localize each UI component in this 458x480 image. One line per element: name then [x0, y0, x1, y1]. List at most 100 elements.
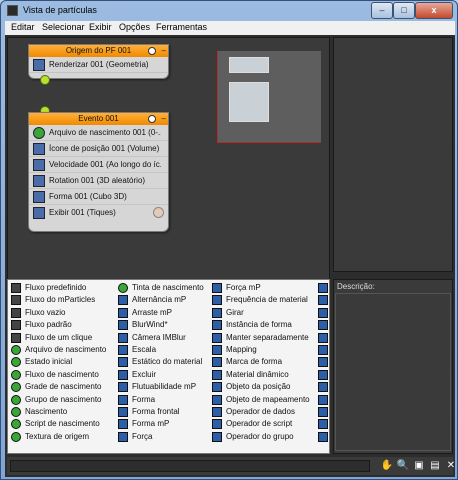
depot-item[interactable]: [318, 319, 330, 331]
depot-item[interactable]: [318, 294, 330, 306]
depot-item[interactable]: [318, 332, 330, 344]
navigator-panel[interactable]: [190, 42, 327, 143]
depot-item-label: Estado inicial: [25, 357, 73, 367]
menu-ferramentas[interactable]: Ferramentas: [156, 22, 207, 32]
depot-item[interactable]: Escala: [118, 344, 210, 356]
depot-item[interactable]: Fluxo vazio: [11, 307, 116, 319]
minimize-node-icon[interactable]: –: [162, 113, 166, 125]
zoom-icon[interactable]: 🔍: [396, 459, 410, 473]
hand-icon[interactable]: ✋: [380, 459, 394, 473]
operator-row[interactable]: Renderizar 001 (Geometria): [29, 57, 168, 73]
depot-item[interactable]: [318, 307, 330, 319]
depot-item[interactable]: Tinta de nascimento: [118, 282, 210, 294]
depot-item[interactable]: Script de nascimento: [11, 418, 116, 430]
depot-item-label: Forma frontal: [132, 406, 180, 416]
operator-row[interactable]: Forma 001 (Cubo 3D): [29, 189, 168, 205]
depot-item[interactable]: Frequência de material: [212, 294, 316, 306]
operator-icon: [318, 283, 328, 293]
depot-item[interactable]: Excluir: [118, 369, 210, 381]
depot-item[interactable]: [318, 369, 330, 381]
depot-item[interactable]: Instância de forma: [212, 319, 316, 331]
operator-icon: [212, 406, 222, 417]
zoom-extents-icon[interactable]: ▤: [428, 459, 442, 473]
depot-item[interactable]: [318, 394, 330, 406]
depot-item[interactable]: Material dinâmico: [212, 369, 316, 381]
origin-output-pin[interactable]: [40, 75, 50, 85]
origin-node[interactable]: Origem do PF 001 – Renderizar 001 (Geome…: [28, 44, 169, 79]
menu-selecionar[interactable]: Selecionar: [42, 22, 85, 32]
operator-row[interactable]: Exibir 001 (Tiques): [29, 205, 168, 221]
operator-icon: [318, 344, 328, 355]
operator-row[interactable]: Arquivo de nascimento 001 (0-...: [29, 125, 168, 141]
depot-item[interactable]: Arraste mP: [118, 307, 210, 319]
depot-item[interactable]: Nascimento: [11, 406, 116, 418]
lightbulb-icon[interactable]: [148, 47, 156, 55]
depot-item[interactable]: Mapping: [212, 344, 316, 356]
operator-row[interactable]: Velocidade 001 (Ao longo do íc...: [29, 157, 168, 173]
shape-icon: [33, 191, 45, 203]
depot-item[interactable]: Estado inicial: [11, 356, 116, 368]
depot-item[interactable]: Forma mP: [118, 418, 210, 430]
depot-item[interactable]: Estático do material: [118, 356, 210, 368]
navigator-viewport[interactable]: [217, 51, 321, 143]
depot-item[interactable]: Arquivo de nascimento: [11, 344, 116, 356]
depot-item[interactable]: Câmera IMBlur: [118, 332, 210, 344]
depot-item[interactable]: Força mP: [212, 282, 316, 294]
minimize-button[interactable]: –: [371, 2, 393, 19]
menu-editar[interactable]: Editar: [11, 22, 35, 32]
depot-item[interactable]: Textura de origem: [11, 431, 116, 443]
description-panel: Descrição:: [333, 279, 453, 454]
depot-column-1: Fluxo predefinido Fluxo do mParticles Flux…: [11, 282, 116, 443]
origin-node-header: Origem do PF 001 –: [29, 45, 168, 57]
no-zoom-icon[interactable]: ✕: [444, 459, 458, 473]
depot-item-label: Marca de forma: [226, 357, 283, 367]
depot-item[interactable]: Flutuabilidade mP: [118, 381, 210, 393]
depot-item[interactable]: [318, 406, 330, 418]
depot-item-label: Fluxo do mParticles: [25, 295, 96, 305]
zoom-region-icon[interactable]: ▣: [412, 459, 426, 473]
maximize-button[interactable]: □: [393, 2, 415, 19]
depot-item[interactable]: Forma: [118, 394, 210, 406]
depot-item[interactable]: Forma frontal: [118, 406, 210, 418]
event-graph[interactable]: Origem do PF 001 – Renderizar 001 (Geome…: [7, 37, 330, 293]
operator-row[interactable]: Ícone de posição 001 (Volume): [29, 141, 168, 157]
depot-item[interactable]: Objeto da posição: [212, 381, 316, 393]
menu-opcoes[interactable]: Opções: [119, 22, 150, 32]
depot-item[interactable]: Fluxo padrão: [11, 319, 116, 331]
depot-item[interactable]: Operador de dados: [212, 406, 316, 418]
operator-label: Rotation 001 (3D aleatório): [49, 176, 146, 185]
depot-item[interactable]: Fluxo de um clique: [11, 332, 116, 344]
depot-item[interactable]: [318, 344, 330, 356]
depot-item[interactable]: Manter separadamente: [212, 332, 316, 344]
depot-item[interactable]: Operador do grupo: [212, 431, 316, 443]
depot-item[interactable]: Força: [118, 431, 210, 443]
depot-item[interactable]: Objeto de mapeamento: [212, 394, 316, 406]
depot-item[interactable]: BlurWind*: [118, 319, 210, 331]
event-node[interactable]: Evento 001 – Arquivo de nascimento 001 (…: [28, 112, 169, 232]
depot-item[interactable]: Girar: [212, 307, 316, 319]
depot-item[interactable]: Operador de script: [212, 418, 316, 430]
depot-panel: Fluxo predefinido Fluxo do mParticles Flux…: [7, 279, 330, 454]
depot-item-label: Nascimento: [25, 406, 68, 416]
depot-item[interactable]: [318, 356, 330, 368]
depot-item[interactable]: [318, 282, 330, 294]
lightbulb-icon[interactable]: [148, 115, 156, 123]
minimize-node-icon[interactable]: –: [162, 45, 166, 57]
depot-item[interactable]: [318, 418, 330, 430]
operator-row[interactable]: Rotation 001 (3D aleatório): [29, 173, 168, 189]
operator-icon: [118, 431, 128, 442]
depot-item-label: Objeto da posição: [226, 382, 291, 392]
depot-item[interactable]: Alternância mP: [118, 294, 210, 306]
depot-item[interactable]: Fluxo de nascimento: [11, 369, 116, 381]
output-socket[interactable]: [153, 207, 164, 218]
status-bar: ✋ 🔍 ▣ ▤ ✕: [7, 457, 455, 475]
depot-item[interactable]: Fluxo predefinido: [11, 282, 116, 294]
depot-item[interactable]: Grupo de nascimento: [11, 394, 116, 406]
menu-exibir[interactable]: Exibir: [89, 22, 112, 32]
depot-item[interactable]: [318, 381, 330, 393]
close-button[interactable]: x: [415, 2, 453, 19]
depot-item[interactable]: [318, 431, 330, 443]
depot-item[interactable]: Marca de forma: [212, 356, 316, 368]
depot-item[interactable]: Fluxo do mParticles: [11, 294, 116, 306]
depot-item[interactable]: Grade de nascimento: [11, 381, 116, 393]
